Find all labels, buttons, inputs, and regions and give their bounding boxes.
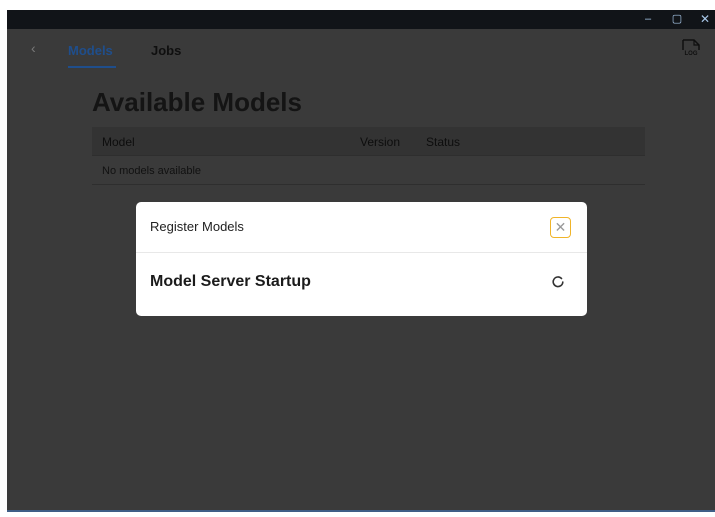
column-header-model[interactable]: Model	[102, 135, 135, 149]
loading-spinner-icon	[552, 276, 564, 288]
models-table: Model Version Status No models available	[92, 127, 645, 185]
column-header-version[interactable]: Version	[360, 135, 400, 149]
back-chevron-icon[interactable]: ‹	[31, 40, 36, 56]
active-tab-indicator	[68, 66, 116, 68]
tab-models[interactable]: Models	[68, 43, 113, 59]
register-models-dialog: Register Models ✕ Model Server Startup	[136, 202, 587, 316]
table-header: Model Version Status	[92, 127, 645, 156]
table-row: No models available	[92, 156, 645, 185]
empty-table-message: No models available	[102, 165, 202, 177]
dialog-title: Register Models	[150, 219, 244, 234]
title-bar: – ▢ ✕	[7, 10, 715, 29]
page-title: Available Models	[92, 87, 302, 117]
close-window-button[interactable]: ✕	[691, 10, 715, 29]
close-icon: ✕	[554, 219, 567, 235]
tab-jobs[interactable]: Jobs	[151, 43, 181, 59]
app-window: – ▢ ✕ ‹ Models Jobs LOG Available Models…	[7, 10, 715, 512]
bottom-edge-bar	[7, 510, 715, 512]
maximize-button[interactable]: ▢	[663, 10, 691, 29]
column-header-status[interactable]: Status	[426, 135, 460, 149]
dialog-status-heading: Model Server Startup	[150, 273, 311, 290]
minimize-button[interactable]: –	[634, 10, 662, 29]
dialog-header: Register Models ✕	[136, 202, 587, 253]
log-label: LOG	[684, 51, 698, 57]
dialog-close-button[interactable]: ✕	[550, 217, 571, 238]
log-button[interactable]: LOG	[680, 38, 702, 62]
